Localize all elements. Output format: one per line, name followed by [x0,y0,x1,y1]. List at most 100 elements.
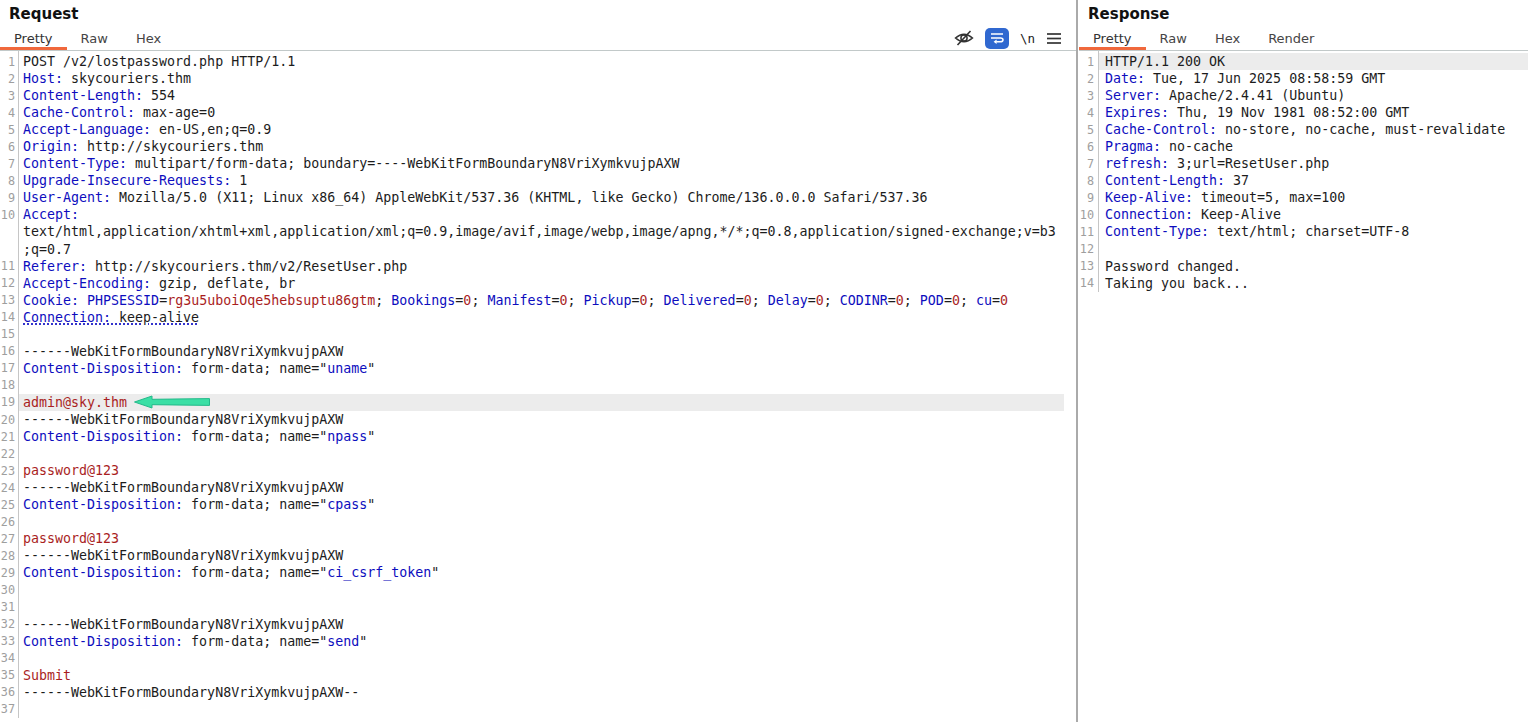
tab-pretty[interactable]: Pretty [1079,26,1146,50]
line-number: 12 [0,275,18,292]
code-line: 10Accept: [0,206,1064,223]
line-number: 13 [0,292,18,309]
line-text: Content-Disposition: form-data; name="un… [23,361,375,376]
line-number: 9 [1079,189,1098,206]
code-line: 5Cache-Control: no-store, no-cache, must… [1079,121,1528,138]
tab-hex[interactable]: Hex [1201,26,1254,50]
code-line: 12Accept-Encoding: gzip, deflate, br [0,275,1064,292]
line-number: 35 [0,667,18,684]
code-line: 6Origin: http://skycouriers.thm [0,138,1064,155]
line-number: 26 [0,513,18,530]
line-text: ------WebKitFormBoundaryN8VriXymkvujpAXW… [23,685,359,700]
line-text: ------WebKitFormBoundaryN8VriXymkvujpAXW [23,480,343,495]
line-number: 1 [0,53,18,70]
tab-pretty[interactable]: Pretty [0,26,67,50]
code-line: 37 [0,701,1064,718]
line-number: 8 [0,172,18,189]
eye-off-icon[interactable] [954,29,974,47]
line-number: 37 [0,701,18,718]
line-text: password@123 [23,531,119,546]
code-line: 6Pragma: no-cache [1079,138,1528,155]
line-number: 16 [0,343,18,360]
line-number: 21 [0,428,18,445]
tab-render[interactable]: Render [1254,26,1328,50]
tab-hex[interactable]: Hex [122,26,175,50]
code-line: 23password@123 [0,462,1064,479]
line-text: Submit [23,668,71,683]
line-number: 15 [0,326,18,343]
line-number: 32 [0,616,18,633]
line-text: Cache-Control: no-store, no-cache, must-… [1105,122,1505,137]
line-number: 30 [0,581,18,598]
code-line: 1POST /v2/lostpassword.php HTTP/1.1 [0,53,1064,70]
line-number: 7 [1079,155,1098,172]
newline-toggle-icon[interactable]: \n [1020,31,1035,46]
panel-splitter[interactable] [1076,0,1078,722]
code-line: 20 ------WebKitFormBoundaryN8VriXymkvujpA… [0,411,1064,428]
response-tabbar: PrettyRawHexRender [1079,26,1528,51]
code-line: 18 [0,377,1064,394]
line-text: HTTP/1.1 200 OK [1105,54,1225,69]
line-number: 11 [1079,223,1098,240]
code-line: 14 Taking you back... [1079,275,1528,292]
gutter-divider [1098,51,1099,292]
line-number: 18 [0,377,18,394]
response-editor[interactable]: 1 HTTP/1.1 200 OK2Date: Tue, 17 Jun 2025 … [1079,51,1528,292]
code-line: 21 Content-Disposition: form-data; name="… [0,428,1064,445]
code-line: 12 [1079,241,1528,258]
line-number: 20 [0,411,18,428]
line-text: User-Agent: Mozilla/5.0 (X11; Linux x86_… [23,190,928,205]
code-line: 3Content-Length: 554 [0,87,1064,104]
line-number: 25 [0,496,18,513]
line-text: refresh: 3;url=ResetUser.php [1105,156,1329,171]
request-panel: Request PrettyRawHex \n [0,0,1076,722]
line-number: 2 [1079,70,1098,87]
code-line: 16------WebKitFormBoundaryN8VriXymkvujpA… [0,343,1064,360]
line-text: Upgrade-Insecure-Requests: 1 [23,173,247,188]
line-number: 5 [0,121,18,138]
code-line: 2Date: Tue, 17 Jun 2025 08:58:59 GMT [1079,70,1528,87]
line-number: 1 [1079,53,1098,70]
line-number: 27 [0,530,18,547]
menu-icon[interactable] [1046,32,1062,45]
line-number: 6 [0,138,18,155]
line-text: text/html,application/xhtml+xml,applicat… [23,224,1056,239]
code-line: 13Cookie: PHPSESSID=rg3u5uboiOqe5hebsupt… [0,292,1064,309]
code-line: 3Server: Apache/2.4.41 (Ubuntu) [1079,87,1528,104]
code-line: 4Cache-Control: max-age=0 [0,104,1064,121]
code-line: 31 [0,599,1064,616]
line-text: Content-Disposition: form-data; name="ci… [23,565,439,580]
tab-raw[interactable]: Raw [67,26,122,50]
code-line: 8 Upgrade-Insecure-Requests: 1 [0,172,1064,189]
line-text: Content-Disposition: form-data; name="np… [23,429,375,444]
line-number: 10 [0,206,18,223]
annotation-arrow-icon [134,395,210,409]
line-text: Keep-Alive: timeout=5, max=100 [1105,190,1345,205]
code-line: 28------WebKitFormBoundaryN8VriXymkvujpA… [0,547,1064,564]
line-number: 28 [0,547,18,564]
line-number: 4 [1079,104,1098,121]
code-line: 24------WebKitFormBoundaryN8VriXymkvujpA… [0,479,1064,496]
tab-raw[interactable]: Raw [1146,26,1201,50]
line-number: 3 [0,87,18,104]
line-number: 14 [0,309,18,326]
gutter-divider [18,51,19,718]
line-number: 8 [1079,172,1098,189]
line-number: 9 [0,189,18,206]
line-text: Content-Disposition: form-data; name="se… [23,634,367,649]
code-line: 9 Keep-Alive: timeout=5, max=100 [1079,189,1528,206]
line-number: 22 [0,445,18,462]
line-text: ------WebKitFormBoundaryN8VriXymkvujpAXW [23,412,343,427]
line-text: admin@sky.thm [23,395,127,410]
request-editor[interactable]: 1POST /v2/lostpassword.php HTTP/1.12Host… [0,51,1064,718]
word-wrap-toggle-button[interactable] [985,28,1009,49]
line-number: 13 [1079,258,1098,275]
line-text: Taking you back... [1105,276,1249,291]
code-line: 9 User-Agent: Mozilla/5.0 (X11; Linux x86… [0,189,1064,206]
request-title: Request [0,0,1076,26]
code-line: 7 refresh: 3;url=ResetUser.php [1079,155,1528,172]
code-line: 2Host: skycouriers.thm [0,70,1064,87]
line-number: 14 [1079,275,1098,292]
code-line: 8Content-Length: 37 [1079,172,1528,189]
request-tabbar: PrettyRawHex \n [0,26,1076,51]
